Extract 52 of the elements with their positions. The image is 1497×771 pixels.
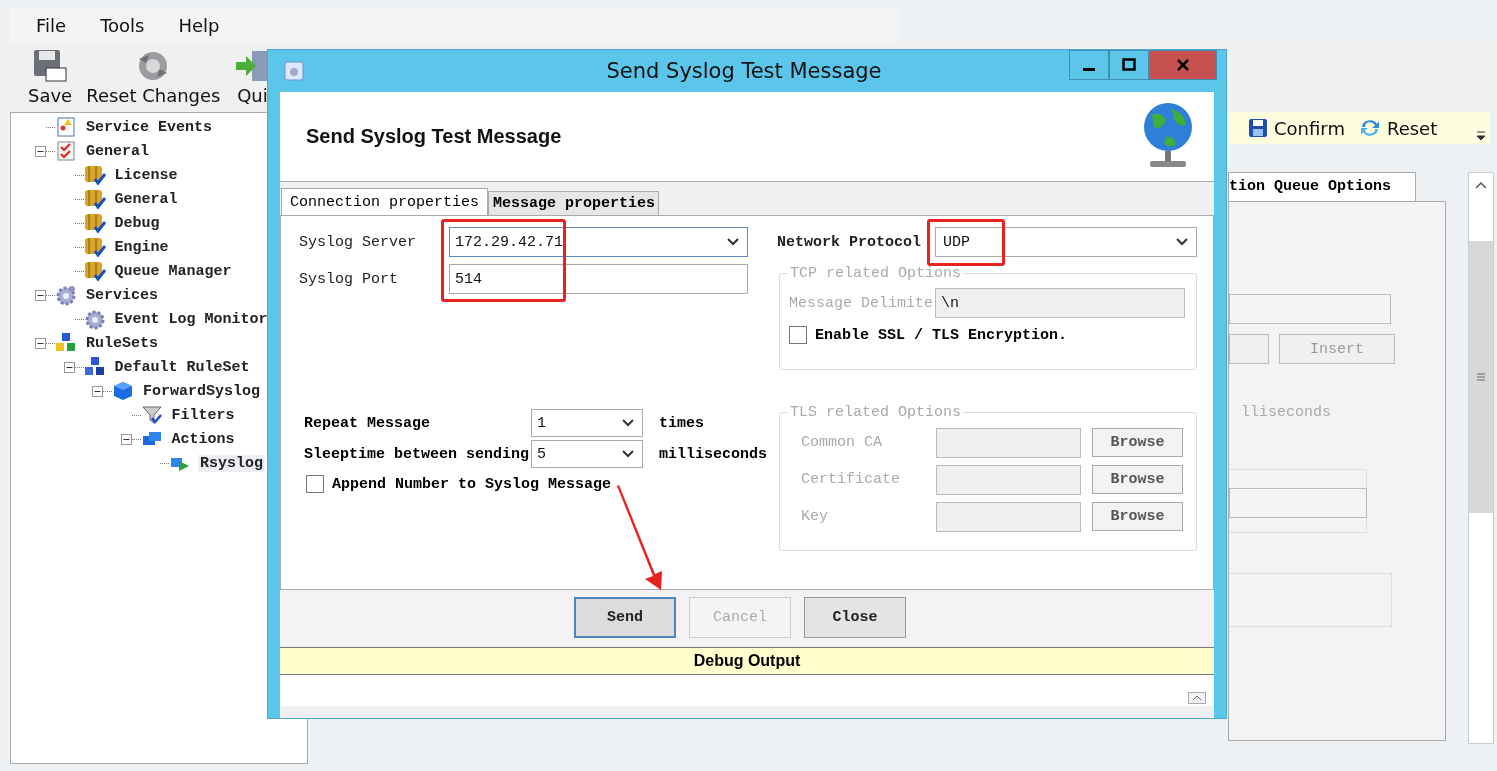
checkbox-label: Append Number to Syslog Message (332, 475, 612, 493)
port-field[interactable]: 514 (449, 264, 748, 294)
tree-item[interactable]: Engine (112, 238, 171, 256)
save-button[interactable]: Save (28, 48, 73, 106)
dialog-button[interactable]: Close (804, 597, 906, 638)
tree-item[interactable]: Event Log Monitor (112, 310, 270, 328)
field-label: Common CA (800, 434, 883, 451)
tree-item[interactable]: Rsyslog (198, 454, 265, 472)
unit-label: times (659, 414, 704, 432)
field-label: Certificate (800, 471, 902, 488)
reset-button[interactable]: Reset (1358, 117, 1438, 139)
menu-item[interactable]: File (36, 14, 67, 36)
field-label: Syslog Server (299, 233, 418, 251)
tree-item[interactable]: General (84, 142, 151, 160)
group-title: TCP related Options (789, 265, 963, 282)
field-label: Network Protocol (777, 233, 923, 251)
field-label: Repeat Message (304, 414, 432, 432)
checkbox-label: Enable SSL / TLS Encryption. (815, 326, 1068, 344)
tree-item[interactable]: Service Events (84, 118, 215, 136)
tree-item[interactable]: RuleSets (84, 334, 160, 352)
field-label: Key (800, 508, 829, 525)
dialog-heading: Send Syslog Test Message (306, 125, 562, 148)
tree-item[interactable]: Queue Manager (112, 262, 234, 280)
tree-item[interactable]: Services (84, 286, 160, 304)
tree-item[interactable]: Debug (112, 214, 162, 232)
tree-item[interactable]: ForwardSyslog (141, 382, 263, 400)
unit-label: lliseconds (1241, 404, 1332, 421)
field-label: Message Delimite (789, 294, 935, 312)
tree-item[interactable]: Default RuleSet (112, 358, 252, 376)
reset-button[interactable]: Reset Changes (86, 48, 221, 106)
tree-item[interactable]: Filters (169, 406, 237, 424)
field-label: Sleeptime between sending (304, 445, 531, 463)
tree-item[interactable]: Actions (169, 430, 237, 448)
tree-item[interactable]: General (112, 190, 180, 208)
tab[interactable]: tion Queue Options (1228, 172, 1416, 201)
server-combo[interactable]: 172.29.42.71 (449, 227, 748, 257)
sleeptime-combo[interactable]: 5 (531, 440, 643, 468)
tree-item[interactable]: License (112, 166, 180, 184)
unit-label: milliseconds (659, 445, 768, 463)
confirm-button[interactable]: Confirm (1248, 117, 1345, 139)
quit-button[interactable]: Qui (234, 48, 271, 106)
field-label: Syslog Port (299, 270, 400, 288)
tab[interactable]: Connection properties (281, 188, 489, 216)
menu-item[interactable]: Help (178, 14, 220, 36)
tab[interactable]: Message properties (488, 191, 660, 215)
dialog-button[interactable]: Send (574, 597, 676, 638)
protocol-combo[interactable]: UDP (935, 227, 1197, 257)
menu-item[interactable]: Tools (100, 14, 145, 36)
group-title: TLS related Options (789, 404, 963, 421)
section-title: Debug Output (693, 652, 801, 670)
repeat-combo[interactable]: 1 (531, 409, 643, 437)
window-title: Send Syslog Test Message (605, 59, 883, 83)
